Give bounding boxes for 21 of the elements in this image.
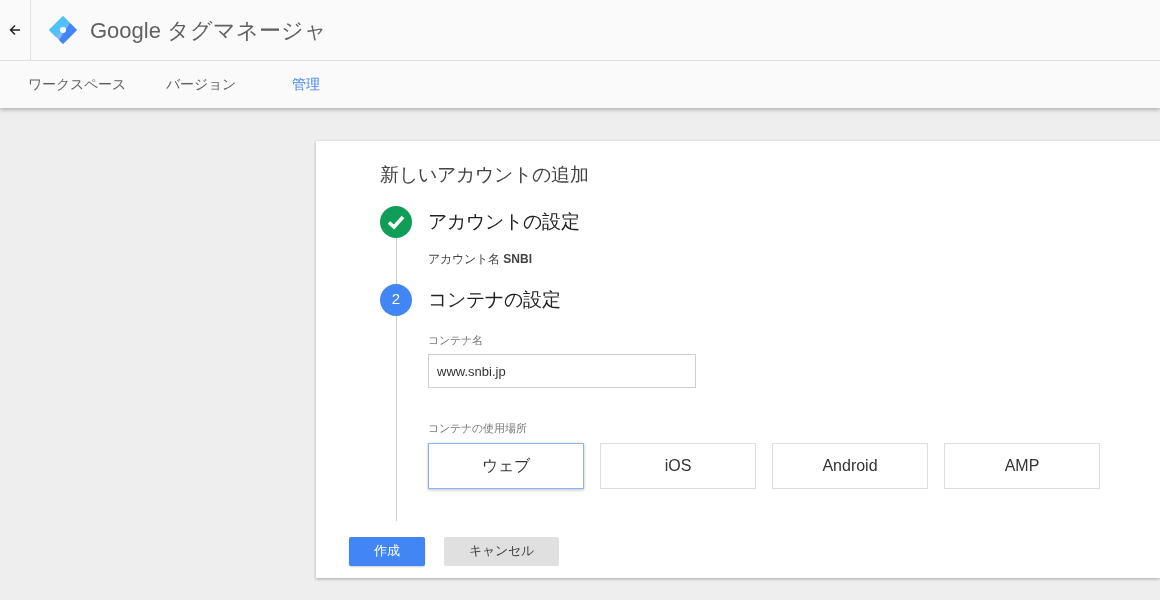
- step-title: コンテナの設定: [428, 287, 562, 312]
- container-name-field[interactable]: www.snbi.jp: [428, 354, 696, 388]
- account-name-text: アカウント名 SNBI: [428, 250, 533, 268]
- create-button[interactable]: 作成: [349, 536, 425, 566]
- step-number: 2: [380, 283, 412, 316]
- platform-option[interactable]: Android: [772, 442, 928, 489]
- cancel-button[interactable]: キャンセル: [444, 536, 559, 566]
- field-label: コンテナ名: [428, 332, 484, 348]
- nav-tab[interactable]: 管理: [292, 74, 320, 95]
- nav-tab[interactable]: バージョン: [166, 74, 236, 95]
- nav-tab[interactable]: ワークスペース: [28, 74, 126, 95]
- platform-option[interactable]: iOS: [600, 442, 756, 489]
- back-arrow-icon[interactable]: [9, 24, 21, 36]
- dialog-title: 新しいアカウントの追加: [380, 163, 590, 187]
- field-label: コンテナの使用場所: [428, 421, 528, 436]
- step-title: アカウントの設定: [428, 209, 581, 234]
- check-icon: [380, 205, 412, 238]
- platform-option[interactable]: AMP: [944, 442, 1100, 489]
- product-name: Google タグマネージャ: [90, 16, 328, 45]
- logo-icon: [48, 15, 78, 45]
- platform-option[interactable]: ウェブ: [428, 442, 584, 489]
